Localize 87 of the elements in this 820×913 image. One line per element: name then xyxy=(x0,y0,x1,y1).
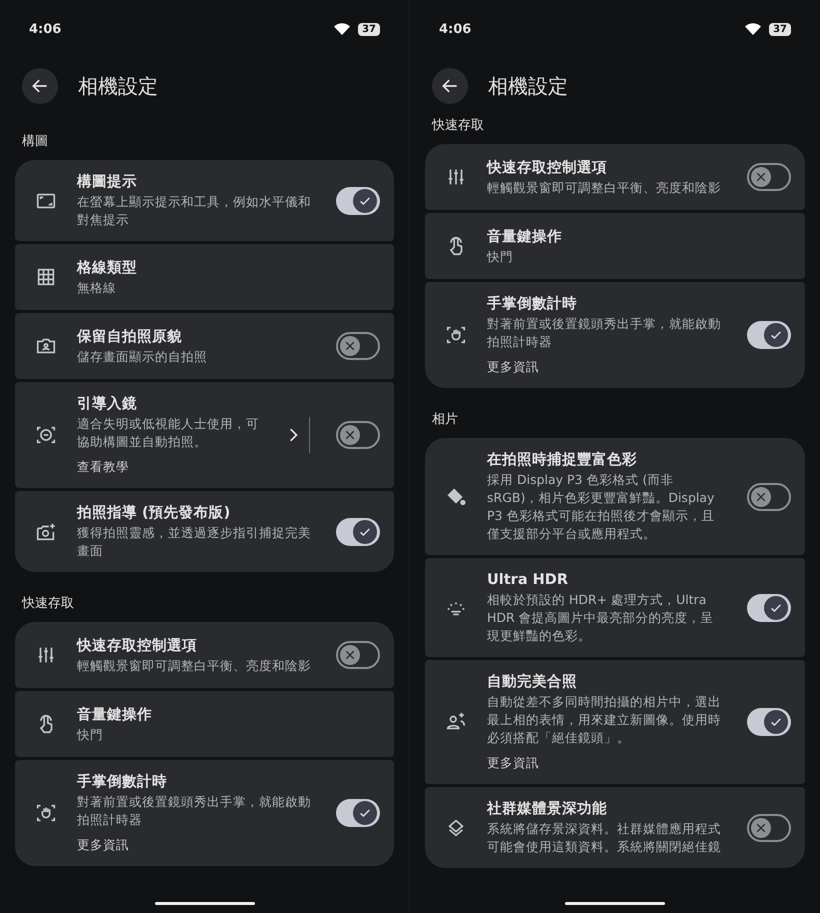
face-icon xyxy=(35,424,57,446)
setting-title: 自動完美合照 xyxy=(487,672,578,692)
more-link[interactable]: 更多資訊 xyxy=(77,837,312,854)
setting-description: 在螢幕上顯示提示和工具，例如水平儀和對焦提示 xyxy=(77,193,312,229)
toggle-switch[interactable] xyxy=(336,332,380,360)
setting-title: 手掌倒數計時 xyxy=(487,294,578,314)
setting-row[interactable]: 拍照指導 (預先發布版) 獲得拍照靈感，並透過逐步指引捕捉完美畫面 xyxy=(15,491,394,572)
palm-icon xyxy=(35,802,57,824)
setting-row[interactable]: 自動完美合照 自動從差不多同時間拍攝的相片中，選出最上相的表情，用來建立新圖像。使用時必須搭配「絕佳鏡頭」。 更多資訊 xyxy=(425,660,805,784)
status-time: 4:06 xyxy=(29,22,62,36)
toggle-switch[interactable] xyxy=(336,641,380,669)
setting-row[interactable]: 音量鍵操作 快門 xyxy=(15,691,394,757)
toggle-switch[interactable] xyxy=(336,799,380,827)
setting-title: 音量鍵操作 xyxy=(487,228,563,246)
close-icon xyxy=(344,340,356,352)
toggle-switch[interactable] xyxy=(747,482,791,510)
setting-row[interactable]: 保留自拍照原貌 儲存畫面顯示的自拍照 xyxy=(15,313,394,379)
setting-title: Ultra HDR xyxy=(487,571,569,590)
more-link[interactable]: 更多資訊 xyxy=(487,359,723,376)
setting-row[interactable]: 社群媒體景深功能 系統將儲存景深資料。社群媒體應用程式可能會使用這類資料。系統將關閉絕佳鏡 xyxy=(425,787,805,868)
toggle-switch[interactable] xyxy=(747,708,791,736)
setting-description: 獲得拍照靈感，並透過逐步指引捕捉完美畫面 xyxy=(77,524,312,560)
setting-description: 系統將儲存景深資料。社群媒體應用程式可能會使用這類資料。系統將關閉絕佳鏡 xyxy=(487,820,722,856)
setting-title: 引導入鏡 xyxy=(77,394,138,414)
setting-row[interactable]: 手掌倒數計時 對著前置或後置鏡頭秀出手掌，就能啟動拍照計時器 更多資訊 xyxy=(425,282,805,388)
setting-row[interactable]: 在拍照時捕捉豐富色彩 採用 Display P3 色彩格式 (而非 sRGB)，相片色彩更豐富鮮豔。Display P3 色彩格式可能在拍照後才會顯示，且僅支援部分平台或應用程式。 xyxy=(425,438,805,555)
back-button[interactable] xyxy=(432,68,468,104)
section-header: 快速存取 xyxy=(20,595,75,613)
setting-title: 手掌倒數計時 xyxy=(77,772,168,792)
setting-row[interactable]: 引導入鏡 適合失明或低視能人士使用，可協助構圖並自動拍照。 查看教學 xyxy=(15,382,394,488)
section-header: 相片 xyxy=(431,411,459,429)
setting-title: 拍照指導 (預先發布版) xyxy=(77,504,232,523)
setting-title: 構圖提示 xyxy=(77,172,138,192)
setting-description: 快門 xyxy=(487,248,514,266)
setting-title: 快速存取控制選項 xyxy=(77,636,198,656)
toggle-switch[interactable] xyxy=(747,594,791,622)
close-icon xyxy=(755,171,767,183)
setting-title: 音量鍵操作 xyxy=(77,706,153,724)
setting-title: 格線類型 xyxy=(77,258,138,278)
setting-row[interactable]: 音量鍵操作 快門 xyxy=(425,213,805,279)
palm-icon xyxy=(445,324,467,346)
setting-row[interactable]: Ultra HDR 相較於預設的 HDR+ 處理方式，Ultra HDR 會提高圖片中最亮部分的亮度，呈現更鮮豔的色彩。 xyxy=(425,558,805,657)
more-link[interactable]: 查看教學 xyxy=(77,459,265,476)
toggle-switch[interactable] xyxy=(747,814,791,842)
setting-row[interactable]: 手掌倒數計時 對著前置或後置鏡頭秀出手掌，就能啟動拍照計時器 更多資訊 xyxy=(15,760,394,866)
more-link[interactable]: 更多資訊 xyxy=(487,755,723,772)
setting-description: 相較於預設的 HDR+ 處理方式，Ultra HDR 會提高圖片中最亮部分的亮度，呈現更鮮豔的色彩。 xyxy=(487,591,715,645)
setting-description: 儲存畫面顯示的自拍照 xyxy=(77,348,208,366)
setting-description: 輕觸觀景窗即可調整白平衡、亮度和陰影 xyxy=(77,656,312,674)
setting-row[interactable]: 快速存取控制選項 輕觸觀景窗即可調整白平衡、亮度和陰影 xyxy=(15,622,394,688)
grid-icon xyxy=(35,266,57,288)
setting-title: 快速存取控制選項 xyxy=(487,158,608,178)
bucket-icon xyxy=(445,486,467,508)
section-header: 構圖 xyxy=(21,133,49,151)
close-icon xyxy=(344,649,356,661)
setting-row[interactable]: 構圖提示 在螢幕上顯示提示和工具，例如水平儀和對焦提示 xyxy=(15,160,394,241)
status-time: 4:06 xyxy=(439,22,472,36)
setting-description: 無格線 xyxy=(77,278,117,296)
close-icon xyxy=(755,822,767,834)
toggle-switch[interactable] xyxy=(747,163,791,191)
close-icon xyxy=(344,429,356,441)
section-header: 快速存取 xyxy=(430,117,485,135)
chevron-icon[interactable] xyxy=(289,427,299,443)
setting-description: 適合失明或低視能人士使用，可協助構圖並自動拍照。 xyxy=(77,415,260,451)
toggle-switch[interactable] xyxy=(336,186,380,214)
setting-description: 對著前置或後置鏡頭秀出手掌，就能啟動拍照計時器 xyxy=(77,793,312,829)
battery-level: 37 xyxy=(769,22,791,36)
toggle-switch[interactable] xyxy=(336,421,380,449)
page-title: 相機設定 xyxy=(488,72,568,100)
page-title: 相機設定 xyxy=(78,72,158,100)
back-button[interactable] xyxy=(22,68,58,104)
toggle-switch[interactable] xyxy=(747,321,791,349)
close-icon xyxy=(755,490,767,502)
setting-description: 自動從差不多同時間拍攝的相片中，選出最上相的表情，用來建立新圖像。使用時必須搭配「絕佳鏡頭」。 xyxy=(487,693,722,747)
setting-title: 在拍照時捕捉豐富色彩 xyxy=(487,450,638,470)
setting-description: 對著前置或後置鏡頭秀出手掌，就能啟動拍照計時器 xyxy=(487,315,722,351)
wifi-icon xyxy=(745,23,762,35)
setting-description: 採用 Display P3 色彩格式 (而非 sRGB)，相片色彩更豐富鮮豔。Display P3 色彩格式可能在拍照後才會顯示，且僅支援部分平台或應用程式。 xyxy=(487,471,716,543)
setting-description: 輕觸觀景窗即可調整白平衡、亮度和陰影 xyxy=(487,178,722,196)
setting-title: 保留自拍照原貌 xyxy=(77,328,183,346)
setting-row[interactable]: 快速存取控制選項 輕觸觀景窗即可調整白平衡、亮度和陰影 xyxy=(425,144,805,210)
setting-description: 快門 xyxy=(77,726,104,744)
wifi-icon xyxy=(334,23,350,35)
battery-level: 37 xyxy=(358,22,380,36)
toggle-switch[interactable] xyxy=(336,518,380,546)
setting-title: 社群媒體景深功能 xyxy=(487,800,608,819)
setting-row[interactable]: 格線類型 無格線 xyxy=(15,244,394,310)
